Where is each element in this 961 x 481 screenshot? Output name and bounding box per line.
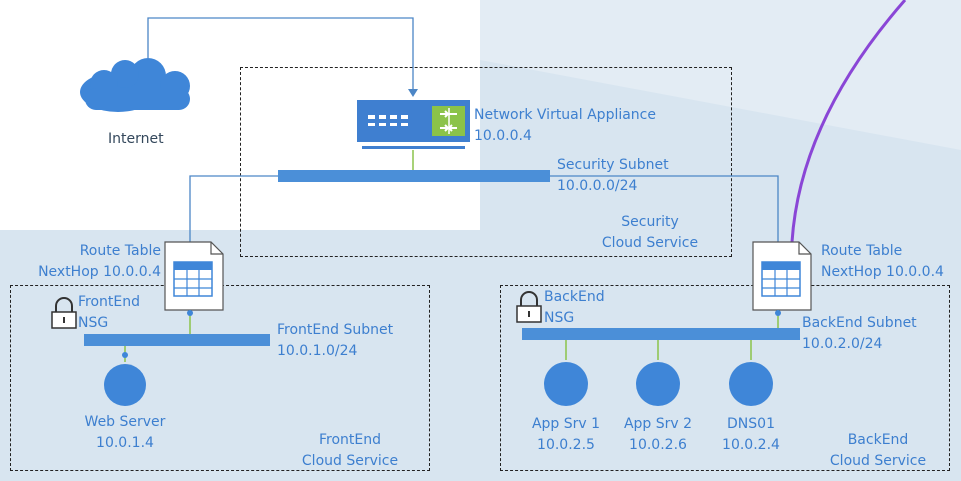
frontend-service-title: FrontEnd bbox=[318, 432, 381, 448]
appliance-name: Network Virtual Appliance bbox=[474, 107, 656, 123]
internet-label: Internet bbox=[108, 131, 164, 147]
security-service-title: Security bbox=[621, 214, 679, 230]
backend-route-table-title: Route Table bbox=[821, 243, 903, 259]
backend-subnet-name: BackEnd Subnet bbox=[802, 315, 917, 331]
dns-server-name: DNS01 bbox=[727, 416, 775, 432]
frontend-nsg-title: FrontEnd bbox=[78, 294, 141, 310]
backend-subnet-cidr: 10.0.2.0/24 bbox=[802, 336, 883, 352]
frontend-subnet-name: FrontEnd Subnet bbox=[277, 322, 394, 338]
security-subnet-name: Security Subnet bbox=[557, 157, 669, 173]
frontend-route-table-icon bbox=[164, 241, 224, 311]
dns-server-icon bbox=[729, 340, 773, 406]
backend-service-subtitle: Cloud Service bbox=[829, 453, 927, 469]
backend-nsg-label: NSG bbox=[544, 310, 575, 326]
backend-lock-icon bbox=[516, 291, 542, 323]
frontend-route-table-nexthop: NextHop 10.0.0.4 bbox=[38, 264, 161, 280]
diagram-canvas: Internet Network Virtual Appliance 10.0.… bbox=[0, 0, 961, 481]
security-subnet-bar bbox=[278, 170, 550, 182]
network-appliance-icon bbox=[357, 100, 470, 149]
app-server-2-icon bbox=[636, 340, 680, 406]
backend-service-title: BackEnd bbox=[847, 432, 909, 448]
frontend-service-subtitle: Cloud Service bbox=[301, 453, 399, 469]
backend-route-table-nexthop: NextHop 10.0.0.4 bbox=[821, 264, 944, 280]
dns-server-ip: 10.0.2.4 bbox=[722, 437, 780, 453]
web-server-ip: 10.0.1.4 bbox=[96, 435, 154, 451]
security-service-subtitle: Cloud Service bbox=[601, 235, 699, 251]
security-subnet-cidr: 10.0.0.0/24 bbox=[557, 178, 638, 194]
diagram-graphics bbox=[51, 17, 812, 406]
app-server-1-icon bbox=[544, 340, 588, 406]
frontend-nsg-label: NSG bbox=[78, 315, 109, 331]
arrowhead-icon bbox=[408, 89, 418, 97]
frontend-lock-icon bbox=[51, 297, 77, 329]
app-server-1-ip: 10.0.2.5 bbox=[537, 437, 595, 453]
frontend-route-dot bbox=[187, 310, 193, 316]
app-server-2-name: App Srv 2 bbox=[623, 416, 693, 432]
frontend-subnet-bar bbox=[84, 334, 270, 346]
backend-subnet-bar bbox=[522, 328, 800, 340]
app-server-2-ip: 10.0.2.6 bbox=[629, 437, 687, 453]
frontend-subnet-cidr: 10.0.1.0/24 bbox=[277, 343, 358, 359]
frontend-route-table-title: Route Table bbox=[79, 243, 161, 259]
backend-nsg-title: BackEnd bbox=[544, 289, 605, 305]
cloud-icon bbox=[80, 58, 190, 112]
backend-route-table-icon bbox=[752, 241, 812, 311]
backend-route-dot bbox=[775, 310, 781, 316]
appliance-ip: 10.0.0.4 bbox=[474, 128, 532, 144]
web-server-name: Web Server bbox=[84, 414, 166, 430]
frontend-route-connector bbox=[189, 175, 278, 242]
web-server-icon bbox=[104, 346, 146, 406]
app-server-1-name: App Srv 1 bbox=[531, 416, 601, 432]
